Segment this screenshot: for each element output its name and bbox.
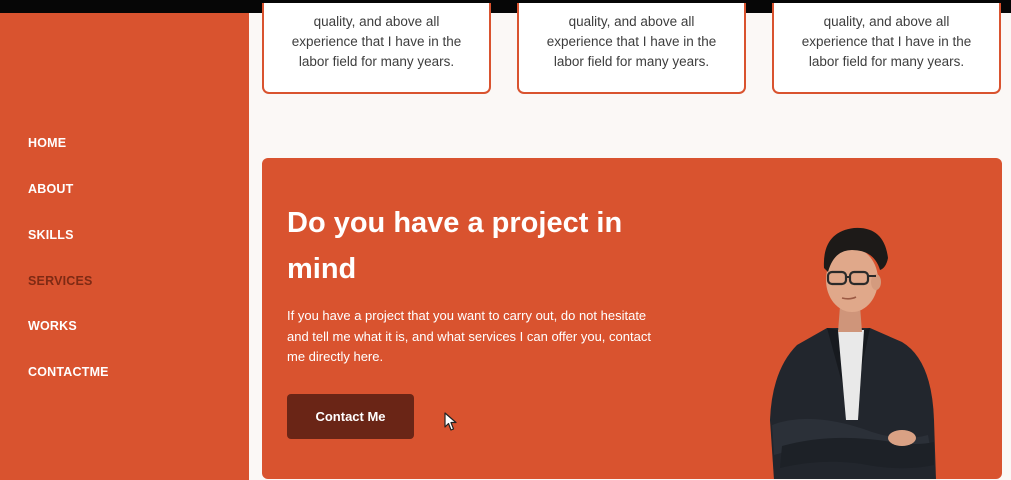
- service-card-line: labor field for many years.: [808, 54, 965, 69]
- mouse-pointer-icon: [444, 412, 457, 431]
- cta-title: Do you have a project in mind: [287, 200, 687, 292]
- service-card: quality, and above all experience that I…: [262, 3, 491, 94]
- main-content: quality, and above all experience that I…: [249, 3, 1011, 480]
- service-card-line: labor field for many years.: [298, 54, 455, 69]
- nav-item-home[interactable]: HOME: [28, 136, 66, 150]
- service-card-line: quality, and above all: [568, 14, 695, 29]
- service-card: quality, and above all experience that I…: [517, 3, 746, 94]
- cta-title-line: Do you have a project in: [287, 207, 623, 239]
- sidebar: HOME ABOUT SKILLS SERVICES WORKS CONTACT…: [0, 13, 249, 480]
- cta-title-line: mind: [287, 253, 357, 285]
- contact-me-button[interactable]: Contact Me: [287, 394, 414, 439]
- cta-description-line: and tell me what it is, and what service…: [287, 328, 651, 344]
- service-card-line: experience that I have in the: [801, 34, 972, 49]
- service-card-line: quality, and above all: [823, 14, 950, 29]
- nav-item-works[interactable]: WORKS: [28, 319, 77, 333]
- service-card-line: experience that I have in the: [291, 34, 462, 49]
- person-photo: [770, 227, 936, 479]
- nav-item-contactme[interactable]: CONTACTME: [28, 365, 109, 379]
- service-card-line: experience that I have in the: [546, 34, 717, 49]
- service-card-line: labor field for many years.: [553, 54, 710, 69]
- nav-item-skills[interactable]: SKILLS: [28, 228, 74, 242]
- service-card-line: quality, and above all: [313, 14, 440, 29]
- cta-description: If you have a project that you want to c…: [287, 306, 717, 368]
- project-cta-section: Do you have a project in mind If you hav…: [262, 158, 1002, 479]
- service-card: quality, and above all experience that I…: [772, 3, 1001, 94]
- nav-item-about[interactable]: ABOUT: [28, 182, 73, 196]
- nav-item-services[interactable]: SERVICES: [28, 274, 93, 288]
- cta-description-line: If you have a project that you want to c…: [287, 308, 647, 323]
- cta-description-line: me directly here.: [287, 349, 384, 364]
